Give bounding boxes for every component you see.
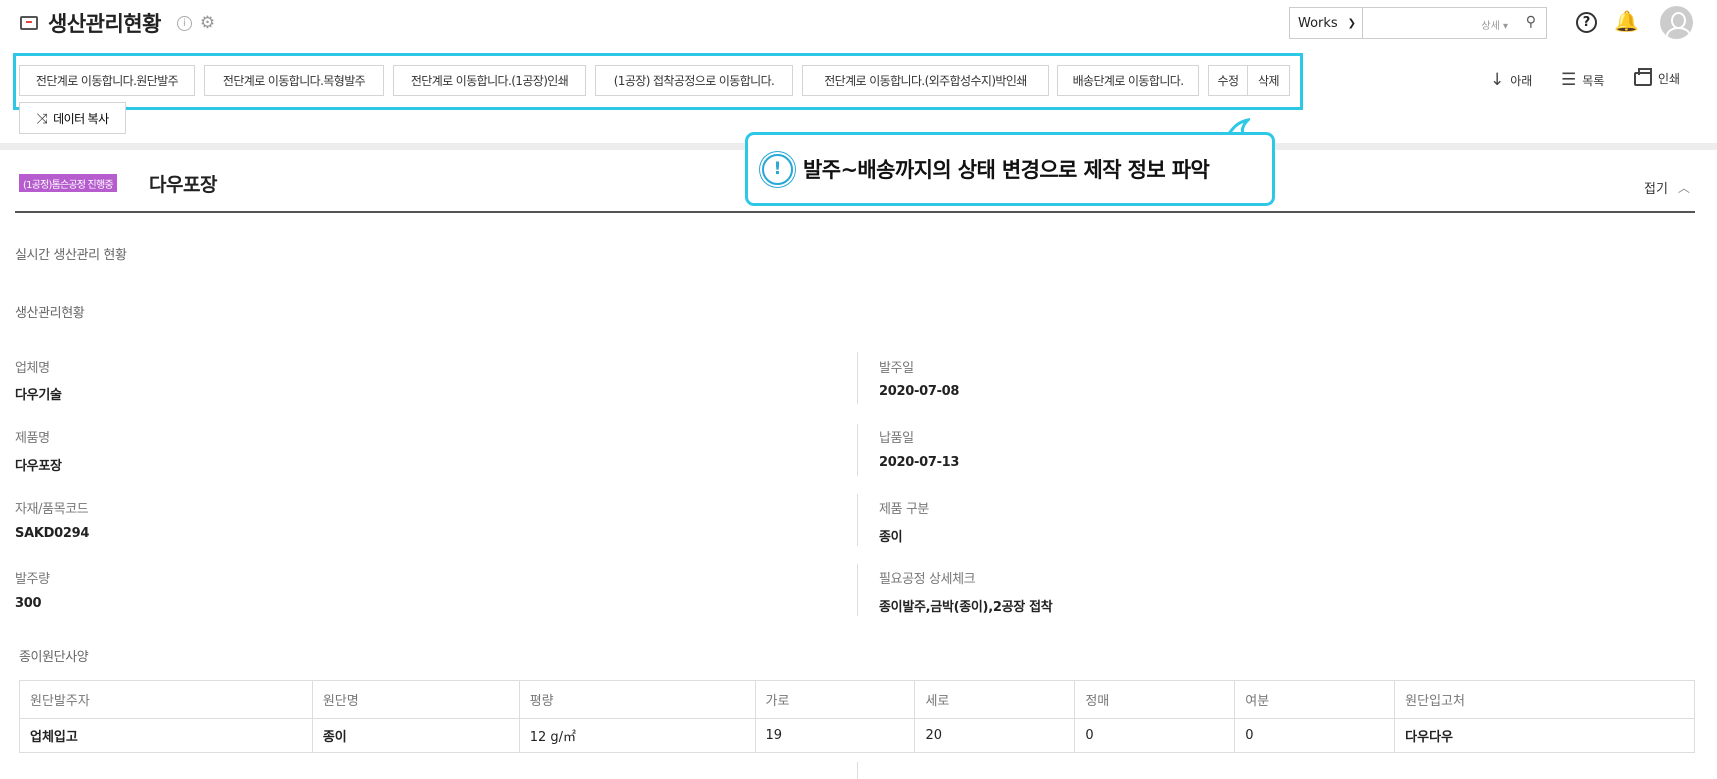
chevron-up-icon: ︿ <box>1677 181 1690 195</box>
table-cell: 20 <box>914 718 1075 753</box>
print-action[interactable]: 인쇄 <box>1634 67 1681 87</box>
move-to-gluing-button[interactable]: (1공장) 접착공정으로 이동합니다. <box>595 65 793 96</box>
field-label: 자재/품목코드 <box>15 502 89 517</box>
list-icon: ☰ <box>1561 70 1577 90</box>
alert-icon: ! <box>762 153 793 185</box>
field-label: 제품 구분 <box>879 502 929 517</box>
table-cell: 종이 <box>311 718 520 753</box>
field-label: 발주일 <box>879 361 914 376</box>
page-header: 생산관리현황 i ⚙ Works ❯ 상세 ▾ ⚲ ? 🔔 <box>0 0 1717 46</box>
section-title: 다우포장 <box>149 174 217 196</box>
table-header-cell: 여분 <box>1234 680 1395 719</box>
table-header-cell: 세로 <box>914 680 1075 719</box>
callout-text: 발주~배송까지의 상태 변경으로 제작 정보 파악 <box>803 158 1210 182</box>
arrow-down-icon: ↓ <box>1490 70 1505 90</box>
table-cell: 다우다우 <box>1394 718 1695 753</box>
annotation-callout: ! 발주~배송까지의 상태 변경으로 제작 정보 파악 <box>745 132 1275 206</box>
delete-button[interactable]: 삭제 <box>1248 65 1290 96</box>
field-label: 납품일 <box>879 431 914 446</box>
section-rule <box>15 211 1695 213</box>
gear-icon[interactable]: ⚙ <box>200 13 215 33</box>
column-divider <box>857 762 858 779</box>
column-divider <box>857 424 858 476</box>
copy-data-label: 데이터 복사 <box>53 111 109 126</box>
shuffle-icon: ⤨ <box>36 109 48 126</box>
field-label: 필요공정 상세체크 <box>879 572 976 587</box>
paper-spec-label: 종이원단사양 <box>19 650 89 665</box>
realtime-label: 실시간 생산관리 현황 <box>15 248 127 263</box>
table-header-row: 원단발주자 원단명 평량 가로 세로 정매 여분 원단입고처 <box>19 680 1695 719</box>
chevron-down-icon: ❯ <box>1347 17 1356 29</box>
status-badge: (1공정)톰슨공정 진행중 <box>19 174 117 192</box>
scroll-down-label: 아래 <box>1510 73 1533 88</box>
table-header-cell: 원단명 <box>311 680 520 719</box>
table-cell: 19 <box>754 718 915 753</box>
field-value: 종이발주,금박(종이),2공장 접착 <box>879 600 1053 615</box>
search-input[interactable] <box>1363 8 1473 38</box>
table-header-cell: 원단발주자 <box>19 680 313 719</box>
bell-icon[interactable]: 🔔 <box>1614 9 1639 33</box>
printer-icon <box>1634 67 1652 86</box>
info-icon[interactable]: i <box>176 15 192 31</box>
move-to-die-order-button[interactable]: 전단계로 이동합니다.목형발주 <box>204 65 384 96</box>
column-divider <box>857 564 858 616</box>
table-header-cell: 정매 <box>1074 680 1235 719</box>
field-value: 2020-07-13 <box>879 455 960 470</box>
field-label: 업체명 <box>15 361 50 376</box>
table-cell: 0 <box>1074 718 1235 753</box>
field-value: 다우포장 <box>15 459 62 474</box>
status-section-label: 생산관리현황 <box>15 306 85 321</box>
scroll-down-action[interactable]: ↓ 아래 <box>1490 70 1532 90</box>
avatar[interactable] <box>1660 6 1693 39</box>
table-header-cell: 평량 <box>518 680 756 719</box>
help-icon[interactable]: ? <box>1576 12 1597 33</box>
collapse-label: 접기 <box>1644 182 1668 197</box>
edit-button[interactable]: 수정 <box>1208 65 1248 96</box>
table-header-cell: 가로 <box>754 680 915 719</box>
search-icon[interactable]: ⚲ <box>1526 14 1536 30</box>
print-label: 인쇄 <box>1658 72 1681 86</box>
monitor-icon <box>20 16 38 30</box>
list-label: 목록 <box>1582 73 1605 88</box>
collapse-toggle[interactable]: 접기 ︿ <box>1644 178 1690 197</box>
column-divider <box>857 494 858 546</box>
search-detail-toggle[interactable]: 상세 ▾ <box>1481 17 1508 32</box>
field-value: 300 <box>15 596 42 611</box>
field-label: 발주량 <box>15 572 50 587</box>
copy-data-button[interactable]: ⤨ 데이터 복사 <box>19 102 126 134</box>
field-value: SAKD0294 <box>15 526 90 541</box>
table-cell: 0 <box>1234 718 1395 753</box>
move-to-fabric-order-button[interactable]: 전단계로 이동합니다.원단발주 <box>19 65 195 96</box>
move-to-shipping-button[interactable]: 배송단계로 이동합니다. <box>1057 65 1199 96</box>
paper-spec-table: 원단발주자 원단명 평량 가로 세로 정매 여분 원단입고처 업체입고 종이 1… <box>19 680 1695 753</box>
list-action[interactable]: ☰ 목록 <box>1561 70 1604 90</box>
table-cell: 12 g/㎡ <box>518 718 756 753</box>
search-box: 상세 ▾ ⚲ <box>1363 7 1547 39</box>
field-value: 2020-07-08 <box>879 384 960 399</box>
table-row: 업체입고 종이 12 g/㎡ 19 20 0 0 다우다우 <box>19 718 1695 753</box>
move-to-print-button[interactable]: 전단계로 이동합니다.(1공장)인쇄 <box>393 65 586 96</box>
move-to-foil-print-button[interactable]: 전단계로 이동합니다.(외주합성수지)박인쇄 <box>802 65 1049 96</box>
search-scope-select[interactable]: Works ❯ <box>1289 7 1363 39</box>
table-cell: 업체입고 <box>19 718 313 753</box>
title-area: 생산관리현황 i ⚙ <box>20 8 215 38</box>
field-value: 다우기술 <box>15 388 62 403</box>
page-title: 생산관리현황 <box>48 12 161 36</box>
search-scope-label: Works <box>1298 15 1338 31</box>
field-label: 제품명 <box>15 431 50 446</box>
table-header-cell: 원단입고처 <box>1394 680 1695 719</box>
search-group: Works ❯ 상세 ▾ ⚲ <box>1289 7 1547 39</box>
field-value: 종이 <box>879 530 903 545</box>
column-divider <box>857 352 858 404</box>
